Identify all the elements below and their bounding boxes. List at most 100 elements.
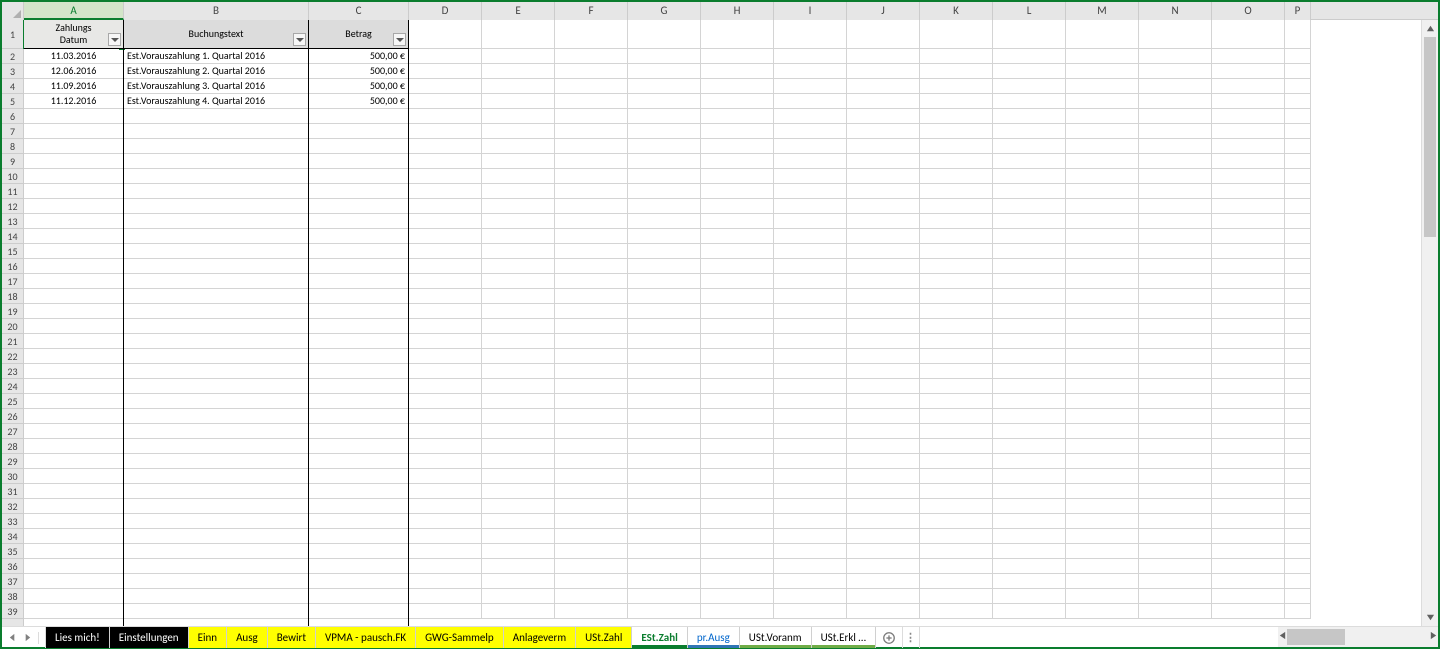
sheet-tab[interactable]: Bewirt <box>268 627 316 648</box>
scroll-down-button[interactable] <box>1422 609 1438 626</box>
empty-cell[interactable] <box>847 529 920 544</box>
empty-cell[interactable] <box>309 379 409 394</box>
empty-cell[interactable] <box>1212 364 1285 379</box>
empty-cell[interactable] <box>920 169 993 184</box>
empty-cell[interactable] <box>555 454 628 469</box>
empty-cell[interactable] <box>124 454 309 469</box>
empty-cell[interactable] <box>847 304 920 319</box>
scroll-up-button[interactable] <box>1422 20 1438 37</box>
empty-cell[interactable] <box>774 244 847 259</box>
empty-cell[interactable] <box>1212 319 1285 334</box>
data-cell[interactable]: Est.Vorauszahlung 4. Quartal 2016 <box>124 94 309 109</box>
empty-cell[interactable] <box>920 259 993 274</box>
empty-cell[interactable] <box>920 94 993 109</box>
row-header[interactable]: 16 <box>2 259 23 274</box>
sheet-tab[interactable]: GWG-Sammelp <box>416 627 504 648</box>
empty-cell[interactable] <box>1212 124 1285 139</box>
empty-cell[interactable] <box>309 139 409 154</box>
empty-cell[interactable] <box>847 289 920 304</box>
empty-cell[interactable] <box>409 169 482 184</box>
empty-cell[interactable] <box>482 334 555 349</box>
empty-cell[interactable] <box>701 394 774 409</box>
empty-cell[interactable] <box>1285 139 1311 154</box>
empty-cell[interactable] <box>701 94 774 109</box>
empty-cell[interactable] <box>1285 499 1311 514</box>
empty-cell[interactable] <box>1285 259 1311 274</box>
empty-cell[interactable] <box>1066 244 1139 259</box>
empty-cell[interactable] <box>920 439 993 454</box>
empty-cell[interactable] <box>1139 169 1212 184</box>
empty-cell[interactable] <box>409 64 482 79</box>
empty-cell[interactable] <box>1285 289 1311 304</box>
empty-cell[interactable] <box>774 574 847 589</box>
empty-cell[interactable] <box>1212 604 1285 619</box>
empty-cell[interactable] <box>993 274 1066 289</box>
empty-cell[interactable] <box>1139 484 1212 499</box>
empty-cell[interactable] <box>555 559 628 574</box>
empty-cell[interactable] <box>1066 169 1139 184</box>
row-header[interactable]: 24 <box>2 379 23 394</box>
empty-cell[interactable] <box>993 559 1066 574</box>
empty-cell[interactable] <box>1285 364 1311 379</box>
empty-cell[interactable] <box>1139 154 1212 169</box>
empty-cell[interactable] <box>774 109 847 124</box>
empty-cell[interactable] <box>1139 289 1212 304</box>
empty-cell[interactable] <box>920 589 993 604</box>
empty-cell[interactable] <box>482 259 555 274</box>
empty-cell[interactable] <box>701 214 774 229</box>
column-header-E[interactable]: E <box>482 2 555 20</box>
empty-cell[interactable] <box>847 544 920 559</box>
empty-cell[interactable] <box>409 574 482 589</box>
row-header[interactable]: 18 <box>2 289 23 304</box>
empty-cell[interactable] <box>1066 559 1139 574</box>
empty-cell[interactable] <box>628 499 701 514</box>
empty-cell[interactable] <box>1139 79 1212 94</box>
empty-cell[interactable] <box>1066 349 1139 364</box>
empty-cell[interactable] <box>555 289 628 304</box>
empty-cell[interactable] <box>847 259 920 274</box>
empty-cell[interactable] <box>847 274 920 289</box>
row-header[interactable]: 23 <box>2 364 23 379</box>
empty-cell[interactable] <box>1212 169 1285 184</box>
column-header-L[interactable]: L <box>993 2 1066 20</box>
column-header-P[interactable]: P <box>1285 2 1311 20</box>
empty-cell[interactable] <box>309 154 409 169</box>
empty-cell[interactable] <box>628 139 701 154</box>
empty-cell[interactable] <box>628 589 701 604</box>
empty-cell[interactable] <box>1212 559 1285 574</box>
empty-cell[interactable] <box>1285 529 1311 544</box>
empty-cell[interactable] <box>409 424 482 439</box>
empty-cell[interactable] <box>555 439 628 454</box>
column-header-G[interactable]: G <box>628 2 701 20</box>
empty-cell[interactable] <box>124 394 309 409</box>
empty-cell[interactable] <box>309 559 409 574</box>
empty-cell[interactable] <box>482 544 555 559</box>
empty-cell[interactable] <box>628 319 701 334</box>
column-header-B[interactable]: B <box>124 2 309 20</box>
empty-cell[interactable] <box>628 184 701 199</box>
empty-cell[interactable] <box>482 424 555 439</box>
empty-cell[interactable] <box>1212 544 1285 559</box>
empty-cell[interactable] <box>482 229 555 244</box>
empty-cell[interactable] <box>555 124 628 139</box>
row-header[interactable]: 15 <box>2 244 23 259</box>
empty-cell[interactable] <box>409 139 482 154</box>
empty-cell[interactable] <box>774 484 847 499</box>
empty-cell[interactable] <box>124 334 309 349</box>
empty-cell[interactable] <box>555 544 628 559</box>
empty-cell[interactable] <box>482 109 555 124</box>
empty-cell[interactable] <box>1212 469 1285 484</box>
empty-cell[interactable] <box>993 334 1066 349</box>
empty-cell[interactable] <box>1139 604 1212 619</box>
empty-cell[interactable] <box>1285 424 1311 439</box>
empty-cell[interactable] <box>24 124 124 139</box>
empty-cell[interactable] <box>701 529 774 544</box>
row-header[interactable]: 19 <box>2 304 23 319</box>
empty-cell[interactable] <box>774 154 847 169</box>
empty-cell[interactable] <box>1285 184 1311 199</box>
empty-cell[interactable] <box>555 79 628 94</box>
empty-cell[interactable] <box>409 334 482 349</box>
row-header[interactable]: 1 <box>2 20 23 49</box>
empty-cell[interactable] <box>124 259 309 274</box>
empty-cell[interactable] <box>847 484 920 499</box>
